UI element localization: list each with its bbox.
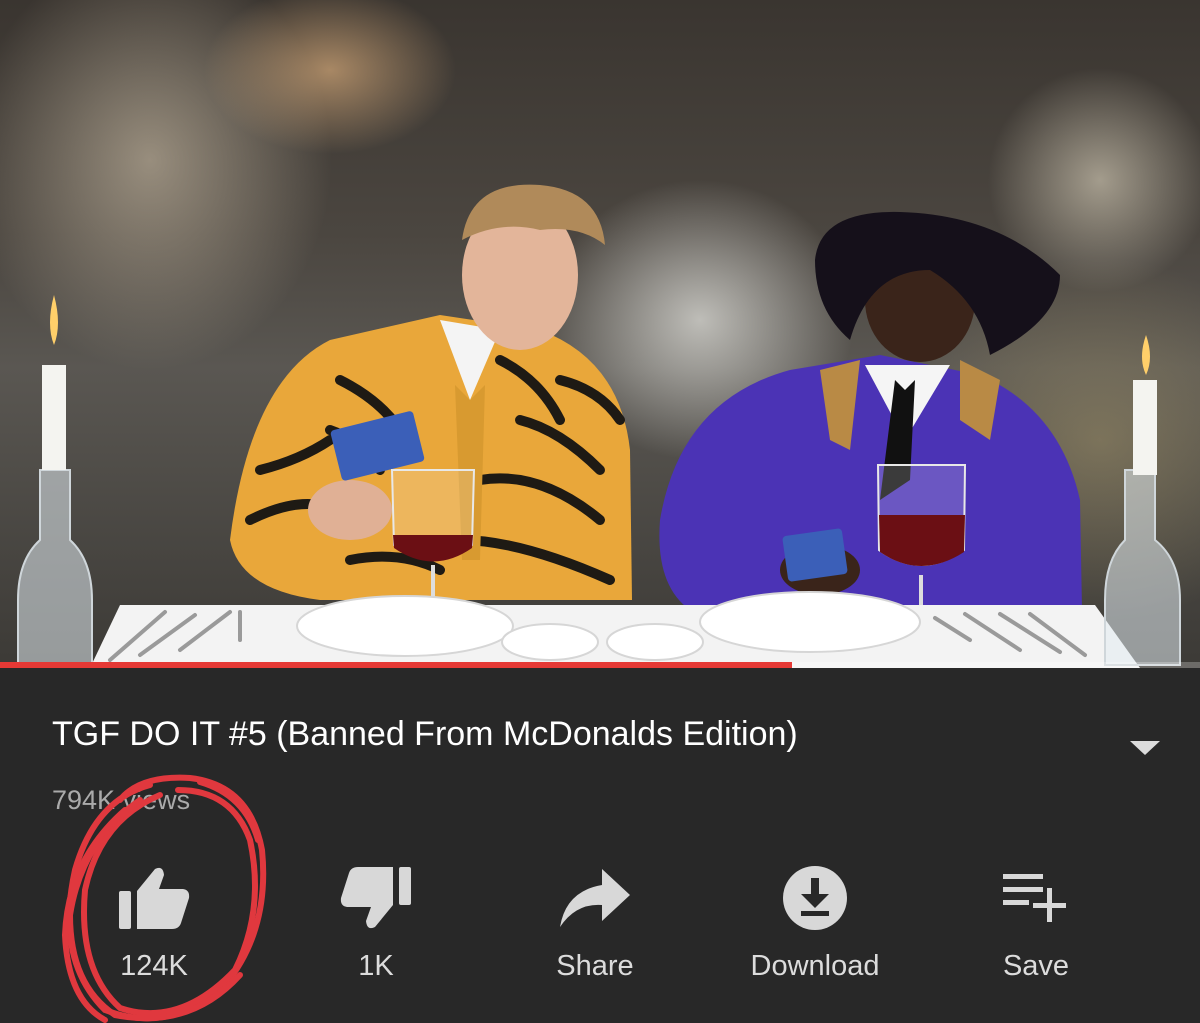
expand-description-button[interactable] xyxy=(1120,730,1170,766)
thumbs-down-icon xyxy=(336,862,416,934)
dislike-button[interactable]: 1K xyxy=(286,850,466,990)
download-label: Download xyxy=(750,950,880,982)
playlist-add-icon xyxy=(996,862,1076,934)
share-arrow-icon xyxy=(555,862,635,934)
save-button[interactable]: Save xyxy=(946,850,1126,990)
like-count: 124K xyxy=(120,950,188,982)
action-bar: 124K 1K Share Download Save xyxy=(0,850,1200,1000)
video-player[interactable] xyxy=(0,0,1200,668)
video-title[interactable]: TGF DO IT #5 (Banned From McDonalds Edit… xyxy=(52,712,1092,756)
share-label: Share xyxy=(556,950,634,982)
like-button[interactable]: 124K xyxy=(64,850,244,990)
download-button[interactable]: Download xyxy=(725,850,905,990)
chevron-down-icon xyxy=(1130,741,1160,755)
dislike-count: 1K xyxy=(358,950,394,982)
progress-bar-played xyxy=(0,662,792,668)
save-label: Save xyxy=(1002,950,1070,982)
share-button[interactable]: Share xyxy=(505,850,685,990)
progress-bar[interactable] xyxy=(0,662,1200,668)
thumbs-up-icon xyxy=(114,862,194,934)
video-frame-scene xyxy=(17,184,1181,668)
download-icon xyxy=(775,862,855,934)
view-count: 794K views xyxy=(52,785,191,815)
